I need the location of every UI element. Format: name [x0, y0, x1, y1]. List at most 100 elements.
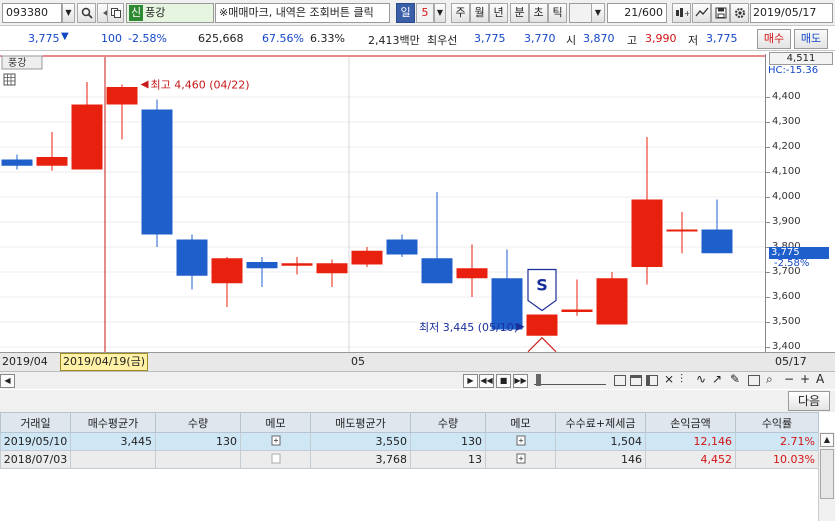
date-axis: 2019/04 2019/04/19(금) 05 05/17 [0, 352, 835, 371]
candle-up[interactable] [351, 250, 383, 265]
count-field[interactable]: 21/600 [607, 3, 667, 23]
candle-down[interactable] [141, 109, 173, 235]
price-axis: 4,511 HC:-15.36 4,400 4,300 4,200 4,100 4,00… [765, 52, 835, 354]
candle-up[interactable] [561, 309, 593, 313]
candle-down[interactable] [246, 262, 278, 269]
count-value: 21/600 [624, 6, 663, 19]
date-field[interactable]: 2019/05/17 [750, 3, 833, 23]
period-minute-button[interactable]: 분 [510, 3, 529, 23]
line-style-icon[interactable]: ∿ [696, 372, 706, 386]
stock-badge: 신 [129, 5, 144, 21]
price-change-pct: -2.58% [128, 32, 167, 45]
font-size-icon[interactable]: A [816, 372, 824, 386]
draw-icon[interactable]: ↗ [712, 372, 722, 386]
candle-up[interactable] [631, 199, 663, 268]
save-icon[interactable] [711, 3, 730, 23]
bar-style-icon[interactable]: ⫶ [680, 372, 683, 387]
candle-up[interactable] [281, 263, 313, 266]
zoom-icon[interactable]: ⌕ [766, 372, 773, 387]
period-n-dropdown[interactable]: ▼ [434, 3, 446, 23]
period-daily-button[interactable]: 일 [396, 3, 415, 23]
scroll-right-button[interactable]: ▶ [463, 374, 478, 388]
chart-scroll-bar[interactable]: ◀ ▶ ◀◀ ■ ▶▶ ⨯ ⫶ ∿ ↗ ✎ ⌕ − + A [0, 371, 835, 389]
image-icon[interactable] [748, 375, 760, 386]
buy-avg [70, 450, 156, 469]
buy-memo-icon[interactable] [240, 450, 311, 469]
text-tool-icon[interactable]: ✎ [730, 372, 740, 386]
zoom-slider-thumb[interactable] [536, 374, 541, 386]
cross-icon[interactable]: ⨯ [664, 372, 674, 386]
low-price: 3,775 [706, 32, 738, 45]
copy-icon[interactable] [107, 3, 124, 23]
stop-button[interactable]: ■ [496, 374, 511, 388]
rewind-button[interactable]: ◀◀ [479, 374, 494, 388]
current-pct-tag: -2.58% [774, 258, 810, 270]
candle-up[interactable] [456, 268, 488, 279]
candle-up[interactable] [71, 104, 103, 170]
candle-up[interactable] [666, 229, 698, 232]
date-axis-right: 05/17 [775, 355, 807, 368]
table-row[interactable]: 2019/05/10 3,445 130 3,550 130 1,504 12,… [0, 432, 819, 451]
trend-line-icon[interactable] [692, 3, 711, 23]
period-n-field[interactable]: 5 [416, 3, 434, 23]
trade-amount: 2,413백만 [368, 34, 420, 47]
scroll-left-button[interactable]: ◀ [0, 374, 15, 388]
gear-icon[interactable] [730, 3, 749, 23]
candle-up[interactable] [596, 278, 628, 325]
period-tick-button[interactable]: 틱 [548, 3, 567, 23]
candlestick-chart[interactable]: 풍강 최고 4,460 (04/22) 최저 3,445 (05/10) S [0, 54, 835, 354]
best-quote-label: 최우선 [427, 34, 458, 47]
candle-up[interactable] [526, 314, 558, 336]
stock-code-input[interactable]: 093380 [2, 3, 62, 23]
zoom-slider[interactable] [534, 377, 606, 385]
chart-toolbar: 093380 ▼ 신 풍강 ※매매마크, 내역은 조회버튼 클릭 일 5 ▼ 주 … [0, 0, 835, 26]
next-button[interactable]: 다음 [788, 391, 830, 411]
window-icon[interactable] [630, 375, 642, 386]
layout-icon[interactable] [614, 375, 626, 386]
grid-icon[interactable] [3, 73, 16, 86]
period-second-button[interactable]: 초 [529, 3, 548, 23]
candle-down[interactable] [421, 258, 453, 284]
candle-down[interactable] [176, 239, 208, 276]
sell-memo-icon[interactable] [485, 432, 556, 451]
scroll-up-button[interactable]: ▲ [820, 433, 834, 447]
candle-up[interactable] [211, 258, 243, 284]
pnl-amount: 4,452 [645, 450, 736, 469]
buy-qty [155, 450, 241, 469]
zoom-out-icon[interactable]: − [784, 372, 794, 386]
buy-memo-icon[interactable] [240, 432, 311, 451]
add-indicator-icon[interactable]: + [672, 3, 691, 23]
table-vertical-scrollbar[interactable]: ▲ [818, 432, 835, 521]
fast-forward-button[interactable]: ▶▶ [513, 374, 528, 388]
candle-down[interactable] [386, 239, 418, 255]
low-annotation: 최저 3,445 (05/10) [419, 321, 518, 334]
sell-button[interactable]: 매도 [794, 29, 828, 49]
sell-memo-icon[interactable] [485, 450, 556, 469]
trade-date: 2019/05/10 [0, 432, 71, 451]
period-weekly-button[interactable]: 주 [451, 3, 470, 23]
zoom-in-icon[interactable]: + [800, 372, 810, 386]
date-axis-mid: 05 [351, 355, 365, 368]
open-price: 3,870 [583, 32, 615, 45]
stock-name-field[interactable]: 신 풍강 [126, 3, 214, 23]
period-minute-label: 분 [514, 6, 525, 19]
tick-interval-dropdown[interactable]: ▼ [591, 3, 605, 23]
candle-up[interactable] [36, 157, 68, 166]
scroll-thumb[interactable] [820, 449, 834, 499]
sell-marker-label: S [536, 276, 548, 295]
price-tick-label: 4,100 [766, 166, 801, 177]
buy-qty: 130 [155, 432, 241, 451]
code-dropdown-button[interactable]: ▼ [62, 3, 75, 23]
search-icon[interactable] [77, 3, 96, 23]
candle-down[interactable] [1, 159, 33, 166]
period-yearly-button[interactable]: 년 [489, 3, 508, 23]
table-row[interactable]: 2018/07/03 3,768 13 146 4,452 10.03% [0, 450, 819, 469]
candle-up[interactable] [316, 263, 348, 274]
period-monthly-button[interactable]: 월 [470, 3, 489, 23]
turnover-ratio: 6.33% [310, 32, 345, 45]
candle-down[interactable] [701, 229, 733, 254]
buy-button[interactable]: 매수 [757, 29, 791, 49]
split-icon[interactable] [646, 375, 658, 386]
candle-up[interactable] [106, 87, 138, 105]
price-tick-label: 3,500 [766, 316, 801, 327]
